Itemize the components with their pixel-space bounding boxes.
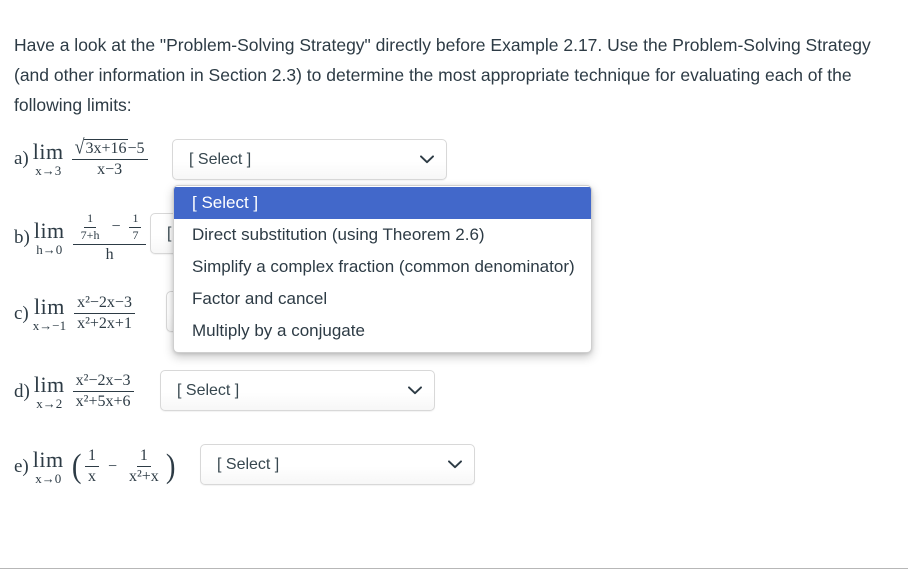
square-root-a: √ 3x+16	[74, 135, 128, 159]
dropdown-option-simplify-complex-fraction[interactable]: Simplify a complex fraction (common deno…	[174, 251, 591, 283]
chevron-down-icon	[408, 386, 422, 395]
limit-operator-a: lim x→3	[32, 138, 64, 178]
question-row-d: d) lim x→2 x²−2x−3 x²+5x+6	[14, 372, 136, 412]
fraction-denominator-c: x²+2x+1	[77, 315, 132, 333]
fraction-denominator-b: h	[105, 245, 114, 263]
lim-symbol: lim	[32, 446, 64, 472]
question-label-a: a)	[14, 147, 29, 169]
chevron-down-icon	[448, 460, 462, 469]
instructions-paragraph: Have a look at the "Problem-Solving Stra…	[14, 35, 871, 115]
question-label-d: d)	[14, 380, 30, 402]
inner-num-b-2: 1	[129, 211, 142, 228]
inner-fraction-e-2: 1 x²+x	[126, 447, 162, 487]
limit-operator-c: lim x→−1	[32, 293, 67, 333]
fraction-denominator-a: x−3	[97, 161, 123, 179]
math-expression-b: lim h→0 1 7+h − 1 7 h	[33, 211, 149, 264]
select-answer-e[interactable]: [ Select ]	[200, 444, 475, 485]
dropdown-option-factor-and-cancel[interactable]: Factor and cancel	[174, 283, 591, 315]
lim-symbol: lim	[34, 293, 65, 319]
dropdown-options-panel[interactable]: [ Select ] Direct substitution (using Th…	[173, 185, 592, 353]
minus-operator-b: −	[111, 218, 121, 236]
inner-fraction-b-2: 1 7	[129, 211, 142, 243]
lim-symbol: lim	[33, 371, 65, 397]
inner-num-b-1: 1	[84, 211, 97, 228]
select-answer-a[interactable]: [ Select ]	[172, 139, 447, 180]
select-d-value: [ Select ]	[177, 381, 240, 399]
limit-subscript-d: x→2	[36, 395, 63, 411]
paren-close: )	[165, 448, 176, 486]
fraction-denominator-d: x²+5x+6	[75, 393, 131, 411]
limit-operator-b: lim h→0	[33, 217, 65, 257]
lim-symbol: lim	[32, 138, 64, 164]
question-row-c: c) lim x→−1 x²−2x−3 x²+2x+1	[14, 294, 137, 334]
limit-subscript-b: h→0	[36, 241, 63, 257]
select-e-value: [ Select ]	[217, 455, 280, 473]
fraction-numerator-a: √ 3x+16 −5	[71, 135, 148, 161]
bottom-divider	[0, 568, 908, 569]
math-expression-e: lim x→0 ( 1 x − 1 x²+x )	[33, 447, 177, 487]
question-label-b: b)	[14, 226, 30, 248]
dropdown-option-select[interactable]: [ Select ]	[174, 187, 591, 219]
paren-open: (	[71, 448, 82, 486]
inner-fraction-e-1: 1 x	[84, 447, 99, 487]
lim-symbol: lim	[33, 217, 65, 243]
question-label-e: e)	[14, 455, 29, 477]
fraction-c: x²−2x−3 x²+2x+1	[74, 294, 135, 334]
inner-num-e-2: 1	[136, 447, 151, 468]
question-row-e: e) lim x→0 ( 1 x − 1 x²+x )	[14, 447, 177, 487]
math-expression-c: lim x→−1 x²−2x−3 x²+2x+1	[33, 294, 137, 334]
inner-num-e-1: 1	[84, 447, 99, 468]
fraction-numerator-d: x²−2x−3	[72, 372, 134, 393]
limit-subscript-c: x→−1	[32, 317, 67, 333]
numerator-tail-a: −5	[127, 140, 145, 157]
fraction-b: 1 7+h − 1 7 h	[72, 211, 147, 264]
limit-operator-e: lim x→0	[32, 446, 64, 486]
question-row-a: a) lim x→3 √ 3x+16 −5 x−3	[14, 135, 150, 180]
radicand-a: 3x+16	[83, 139, 128, 157]
inner-den-e-1: x	[87, 468, 96, 486]
inner-den-b-1: 7+h	[80, 227, 100, 242]
fraction-a: √ 3x+16 −5 x−3	[71, 135, 148, 180]
inner-den-e-2: x²+x	[128, 468, 159, 486]
math-expression-a: lim x→3 √ 3x+16 −5 x−3	[32, 135, 150, 180]
fraction-numerator-c: x²−2x−3	[74, 294, 135, 315]
dropdown-option-multiply-by-conjugate[interactable]: Multiply by a conjugate	[174, 315, 591, 347]
fraction-d: x²−2x−3 x²+5x+6	[72, 372, 134, 412]
dropdown-option-direct-substitution[interactable]: Direct substitution (using Theorem 2.6)	[174, 219, 591, 251]
question-row-b: b) lim h→0 1 7+h − 1 7 h	[14, 211, 149, 264]
limit-operator-d: lim x→2	[33, 371, 65, 411]
limit-subscript-a: x→3	[35, 162, 62, 178]
select-answer-d[interactable]: [ Select ]	[160, 370, 435, 411]
select-a-value: [ Select ]	[189, 150, 252, 168]
limit-subscript-e: x→0	[35, 470, 62, 486]
question-label-c: c)	[14, 302, 29, 324]
radical-icon: √	[74, 135, 85, 159]
fraction-numerator-b: 1 7+h − 1 7	[72, 211, 147, 245]
minus-operator-e: −	[107, 457, 117, 475]
inner-fraction-b-1: 1 7+h	[78, 211, 103, 243]
chevron-down-icon	[420, 155, 434, 164]
math-expression-d: lim x→2 x²−2x−3 x²+5x+6	[34, 372, 136, 412]
inner-den-b-2: 7	[132, 227, 139, 242]
